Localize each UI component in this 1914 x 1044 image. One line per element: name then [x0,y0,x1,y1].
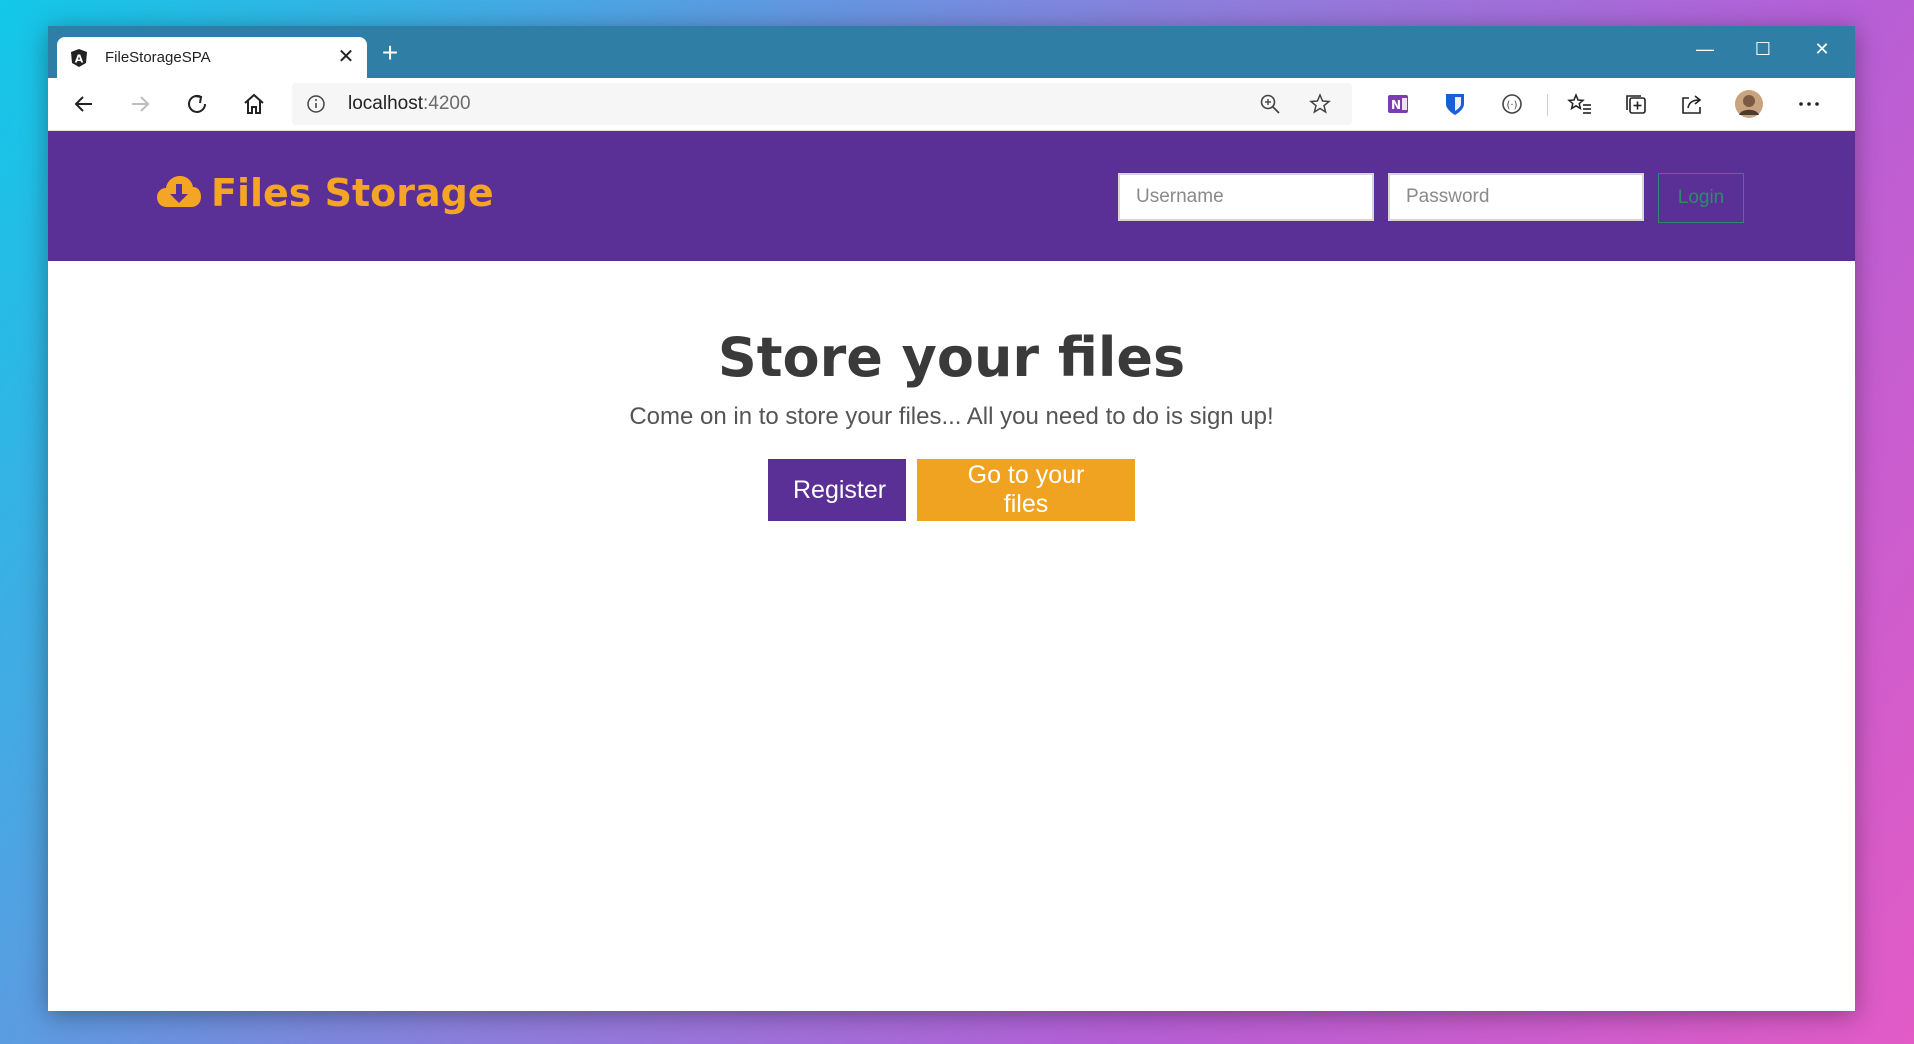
app-header: Files Storage Login [48,131,1855,261]
tab-title: FileStorageSPA [105,49,211,66]
navigation-bar: localhost:4200 N (·) [48,78,1855,131]
brand[interactable]: Files Storage [156,169,494,217]
favorites-icon[interactable] [1564,88,1596,120]
cloud-download-icon [157,176,201,207]
onenote-icon[interactable]: N [1382,88,1414,120]
url-text: localhost:4200 [348,93,471,114]
favorite-star-icon[interactable] [1308,92,1332,116]
maximize-button[interactable]: ☐ [1738,34,1788,64]
tab-bar: A FileStorageSPA ✕ + — ☐ ✕ [48,26,1855,78]
address-bar[interactable]: localhost:4200 [292,83,1352,125]
svg-text:A: A [75,53,84,66]
close-window-button[interactable]: ✕ [1797,34,1847,64]
refresh-icon[interactable] [181,88,213,120]
more-icon[interactable] [1793,88,1825,120]
forward-icon[interactable] [124,88,156,120]
register-button[interactable]: Register [768,459,906,521]
login-button[interactable]: Login [1658,173,1744,223]
username-input[interactable] [1118,173,1374,221]
zoom-icon[interactable] [1258,92,1282,116]
brand-title: Files Storage [211,171,494,215]
collections-icon[interactable] [1620,88,1652,120]
back-icon[interactable] [68,88,100,120]
close-tab-icon[interactable]: ✕ [335,46,357,68]
password-input[interactable] [1388,173,1644,221]
svg-text:N: N [1391,98,1401,112]
bitwarden-icon[interactable] [1439,88,1471,120]
hero-actions: Register Go to your files [48,459,1855,521]
share-icon[interactable] [1676,88,1708,120]
extension-icon[interactable]: (·) [1496,88,1528,120]
toolbar-separator [1547,94,1548,116]
svg-text:(·): (·) [1507,100,1518,111]
browser-window: A FileStorageSPA ✕ + — ☐ ✕ localhost:420… [48,26,1855,1011]
angular-icon: A [71,49,87,67]
go-to-files-button[interactable]: Go to your files [917,459,1135,521]
page-title: Store your files [717,326,1186,389]
info-icon[interactable] [306,94,326,114]
minimize-button[interactable]: — [1680,34,1730,64]
home-icon[interactable] [238,88,270,120]
browser-tab[interactable]: A FileStorageSPA ✕ [57,37,367,78]
new-tab-button[interactable]: + [376,39,404,68]
profile-avatar[interactable] [1733,88,1765,120]
page-subtitle: Come on in to store your files... All yo… [629,403,1274,430]
